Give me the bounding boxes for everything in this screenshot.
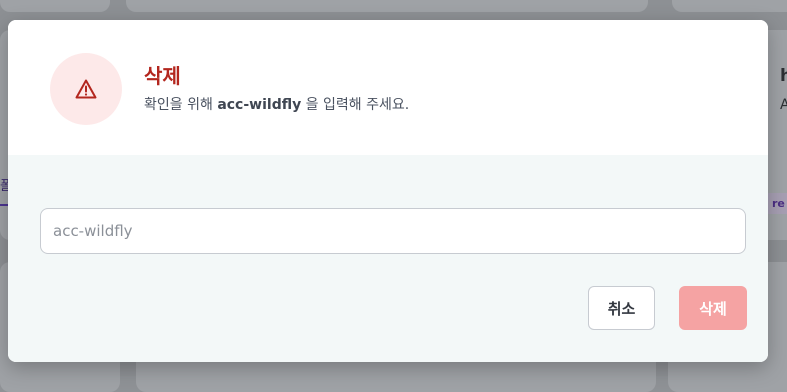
background-card xyxy=(126,0,648,12)
delete-button[interactable]: 삭제 xyxy=(679,286,747,330)
alert-icon-container xyxy=(50,53,122,125)
background-heading-fragment: h xyxy=(780,66,787,86)
background-text-fragment: A xyxy=(780,97,787,113)
background-badge-fragment: re xyxy=(766,193,787,214)
warning-triangle-icon xyxy=(75,79,97,99)
background-card xyxy=(672,0,787,12)
cancel-button[interactable]: 취소 xyxy=(588,286,655,330)
dialog-body: 취소 삭제 xyxy=(8,155,768,362)
confirm-name-input[interactable] xyxy=(40,208,746,254)
dialog-title: 삭제 xyxy=(144,64,181,88)
description-prefix: 확인을 위해 xyxy=(144,97,218,113)
delete-confirm-dialog: 삭제 확인을 위해 acc-wildfly 을 입력해 주세요. 취소 삭제 xyxy=(8,20,768,362)
background-card xyxy=(0,0,110,12)
description-target-name: acc-wildfly xyxy=(217,97,302,113)
description-suffix: 을 입력해 주세요. xyxy=(301,97,410,113)
dialog-header: 삭제 확인을 위해 acc-wildfly 을 입력해 주세요. xyxy=(8,20,768,155)
dialog-description: 확인을 위해 acc-wildfly 을 입력해 주세요. xyxy=(144,95,409,115)
